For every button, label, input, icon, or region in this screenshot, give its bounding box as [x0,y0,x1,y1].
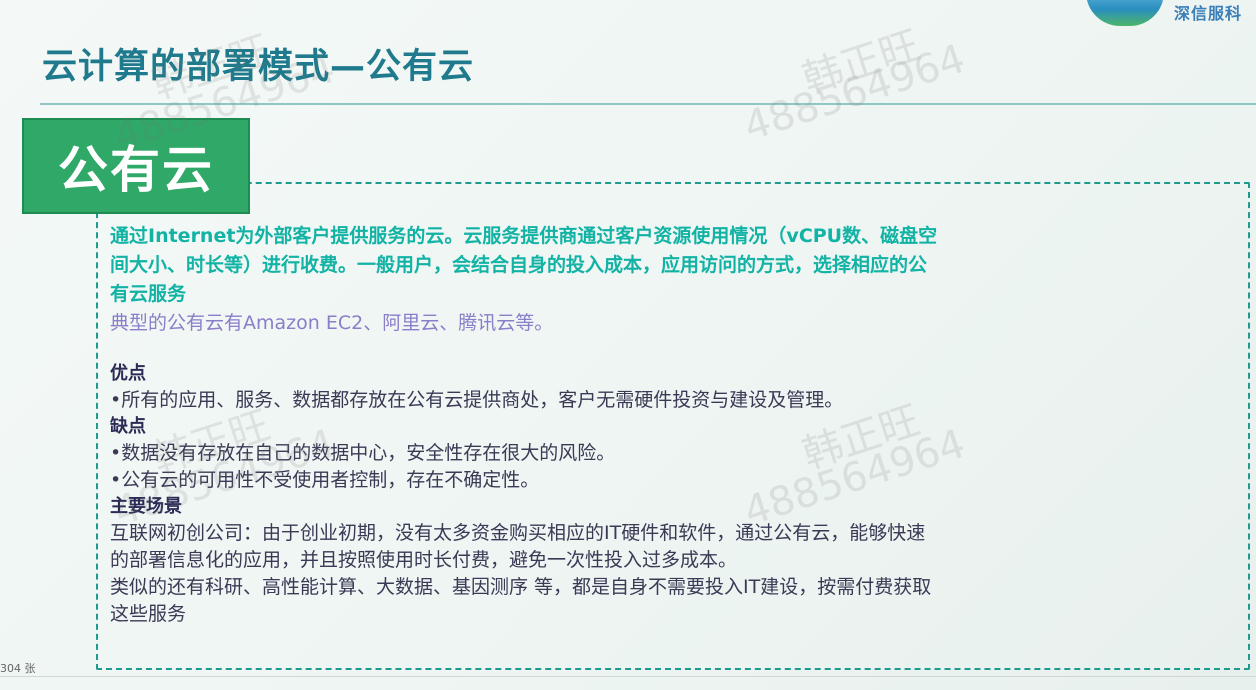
title-divider [40,103,1256,105]
intro-line: 有云服务 [110,283,187,305]
logo-text: 深信服科 [1174,4,1243,23]
cons-item: •数据没有存放在自己的数据中心，安全性存在很大的风险。 [110,442,616,464]
slide-title: 云计算的部署模式—公有云 [42,47,475,87]
section-tag: 公有云 [22,118,250,214]
pros-item: •所有的应用、服务、数据都存放在公有云提供商处，客户无需硬件投资与建设及管理。 [110,389,844,411]
page-indicator: 304 张 [0,662,36,675]
scenario-line: 类似的还有科研、高性能计算、大数据、基因测序 等，都是自身不需要投入IT建设，按… [110,576,932,598]
watermark-text: 488564964 [738,35,971,151]
bottom-divider [0,676,1256,677]
slide: 深信服科 云计算的部署模式—公有云 公有云 通过Internet为外部客户提供服… [0,0,1256,690]
intro-line: 间大小、时长等）进行收费。一般用户，会结合自身的投入成本，应用访问的方式，选择相… [110,254,928,276]
company-logo: 深信服科 [1086,0,1256,30]
scenario-heading: 主要场景 [110,496,182,517]
pros-heading: 优点 [110,363,146,384]
watermark-text: 韩正旺 [797,22,926,104]
intro-line: 通过Internet为外部客户提供服务的云。云服务提供商通过客户资源使用情况（v… [110,225,938,247]
scenario-line: 互联网初创公司：由于创业初期，没有太多资金购买相应的IT硬件和软件，通过公有云，… [110,522,926,544]
slide-body: 通过Internet为外部客户提供服务的云。云服务提供商通过客户资源使用情况（v… [110,222,1230,628]
scenario-line: 的部署信息化的应用，并且按照使用时长付费，避免一次性投入过多成本。 [110,549,738,571]
scenario-line: 这些服务 [110,603,187,625]
typical-examples: 典型的公有云有Amazon EC2、阿里云、腾讯云等。 [110,312,554,334]
cons-heading: 缺点 [110,416,146,437]
logo-mark-icon [1086,0,1164,26]
cons-item: •公有云的可用性不受使用者控制，存在不确定性。 [110,469,540,491]
